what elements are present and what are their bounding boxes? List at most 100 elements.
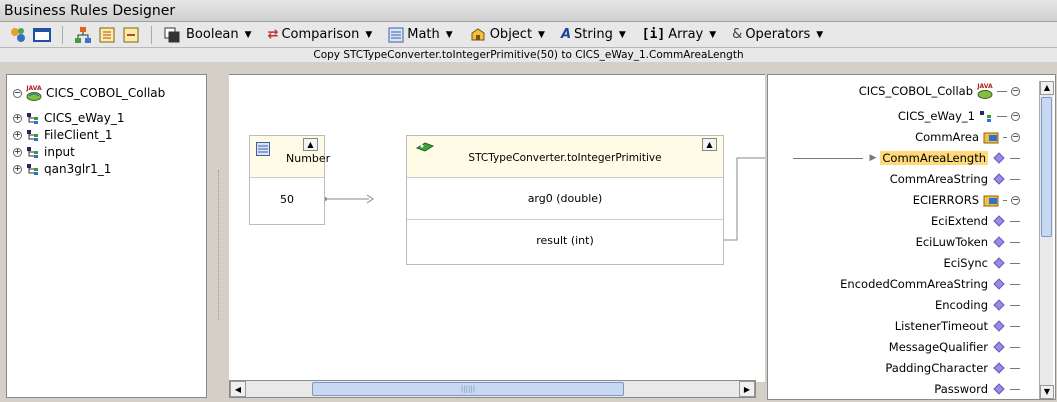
- target-item-paddingcharacter[interactable]: PaddingCharacter: [885, 360, 1020, 376]
- collapse-icon[interactable]: ▲: [702, 138, 717, 151]
- connector-line: [1010, 367, 1020, 369]
- method-result-row[interactable]: result (int): [407, 220, 723, 264]
- expand-icon[interactable]: +: [13, 130, 22, 140]
- target-item-collab[interactable]: CICS_COBOL_Collab JAVA −: [859, 83, 1020, 99]
- string-icon: A: [560, 27, 572, 42]
- scroll-down-icon[interactable]: ▼: [1040, 385, 1054, 399]
- window-icon[interactable]: [32, 25, 52, 45]
- scroll-thumb[interactable]: ||||||: [312, 382, 624, 396]
- field-icon: [993, 173, 1005, 185]
- tree-item-collab[interactable]: − JAVA CICS_COBOL_Collab: [13, 85, 165, 101]
- target-item-eciextend[interactable]: EciExtend: [931, 213, 1020, 229]
- method-node-header[interactable]: STCTypeConverter.toIntegerPrimitive ▲: [407, 136, 723, 178]
- connector-line: [1010, 178, 1020, 180]
- result-to-target-link: [722, 157, 765, 241]
- target-vertical-scrollbar[interactable]: ▲ ▼: [1039, 81, 1054, 399]
- boolean-menu[interactable]: Boolean ▼: [186, 24, 258, 46]
- expand-icon[interactable]: −: [13, 88, 22, 98]
- scroll-up-icon[interactable]: ▲: [1040, 81, 1054, 95]
- target-item-eway[interactable]: CICS_eWay_1 −: [898, 108, 1020, 124]
- target-item-label: CommArea: [915, 130, 979, 144]
- string-menu-label: String: [574, 27, 613, 42]
- target-item-listenertimeout[interactable]: ListenerTimeout: [895, 318, 1020, 334]
- tree-layout-icon[interactable]: [73, 25, 93, 45]
- left-splitter[interactable]: [218, 170, 221, 320]
- math-menu[interactable]: Math ▼: [382, 24, 458, 46]
- collapse-icon[interactable]: ▲: [303, 138, 318, 151]
- operators-menu-label: Operators: [745, 27, 811, 42]
- object-menu-label: Object: [489, 27, 533, 42]
- target-item-commarealength[interactable]: ▶ CommAreaLength: [793, 150, 1020, 166]
- field-icon: [993, 257, 1005, 269]
- field-icon: [993, 320, 1005, 332]
- method-arg-row[interactable]: arg0 (double): [407, 178, 723, 220]
- method-node[interactable]: STCTypeConverter.toIntegerPrimitive ▲ ar…: [406, 135, 724, 265]
- chevron-down-icon: ▼: [618, 29, 626, 40]
- number-icon: [256, 142, 270, 156]
- field-icon: [993, 236, 1005, 248]
- operators-icon: &: [732, 27, 743, 42]
- expand-icon[interactable]: +: [13, 147, 22, 157]
- target-item-password[interactable]: Password: [934, 381, 1020, 397]
- number-node-header[interactable]: Number ▲: [250, 136, 330, 178]
- target-item-label: ECIERRORS: [912, 193, 979, 207]
- expand-icon[interactable]: +: [13, 164, 22, 174]
- tree-item-fileclient[interactable]: + FileClient_1: [13, 127, 112, 143]
- folder-icon: [983, 132, 999, 144]
- target-item-encodedcommareastring[interactable]: EncodedCommAreaString: [840, 276, 1020, 292]
- target-item-commareastring[interactable]: CommAreaString: [890, 171, 1020, 187]
- tree-item-qan3glr1[interactable]: + qan3glr1_1: [13, 161, 111, 177]
- comparison-menu[interactable]: ⇄ Comparison ▼: [262, 24, 379, 46]
- mapping-canvas[interactable]: Number ▲ 50 STCTypeConverter.toIntegerPr…: [229, 74, 765, 382]
- expand-icon[interactable]: −: [1011, 86, 1020, 96]
- chevron-down-icon: ▼: [709, 29, 717, 40]
- expand-icon[interactable]: −: [1011, 111, 1020, 121]
- scroll-thumb[interactable]: [1041, 97, 1052, 237]
- window-title: Business Rules Designer: [4, 3, 176, 19]
- tree-item-input[interactable]: + input: [13, 144, 75, 160]
- otd-icon: [27, 113, 38, 124]
- expand-icon[interactable]: −: [1011, 195, 1020, 205]
- method-node-title: STCTypeConverter.toIntegerPrimitive: [468, 152, 662, 164]
- scroll-right-icon[interactable]: ▶: [739, 381, 755, 397]
- target-item-label: EciExtend: [930, 214, 988, 228]
- expand-icon[interactable]: −: [1011, 132, 1020, 142]
- expand-all-icon[interactable]: [97, 25, 117, 45]
- array-menu[interactable]: [i] Array ▼: [636, 24, 722, 46]
- array-icon: [i]: [641, 27, 666, 42]
- target-item-label: EciSync: [943, 256, 988, 270]
- string-menu[interactable]: A String ▼: [555, 24, 632, 46]
- otd-icon: [980, 111, 991, 122]
- source-tree-pane: − JAVA CICS_COBOL_Collab + CICS_eWay_1 +…: [6, 74, 207, 398]
- otd-icon: [27, 164, 38, 175]
- tree-item-label: input: [44, 145, 75, 159]
- array-menu-label: Array: [668, 27, 704, 42]
- operators-menu[interactable]: & Operators ▼: [726, 24, 829, 46]
- toolbar-separator: [151, 25, 152, 44]
- target-item-ecierrors[interactable]: ECIERRORS −: [913, 192, 1020, 208]
- tree-item-eway[interactable]: + CICS_eWay_1: [13, 110, 124, 126]
- collapse-all-icon[interactable]: [121, 25, 141, 45]
- collaboration-icon[interactable]: [8, 25, 28, 45]
- target-item-encoding[interactable]: Encoding: [935, 297, 1020, 313]
- field-icon: [993, 215, 1005, 227]
- number-value[interactable]: 50: [250, 178, 324, 224]
- target-item-commarea[interactable]: CommArea −: [915, 129, 1020, 145]
- number-node[interactable]: Number ▲ 50: [249, 135, 330, 225]
- java-collab-icon: JAVA: [977, 83, 993, 99]
- target-tree-pane: CICS_COBOL_Collab JAVA − CICS_eWay_1 − C…: [767, 74, 1056, 400]
- otd-icon: [27, 130, 38, 141]
- connector-line: [997, 115, 1007, 117]
- expand-icon[interactable]: +: [13, 113, 22, 123]
- scroll-left-icon[interactable]: ◀: [230, 381, 246, 397]
- math-menu-label: Math: [407, 27, 440, 42]
- connector-line: [997, 90, 1007, 92]
- target-item-ecisync[interactable]: EciSync: [943, 255, 1020, 271]
- target-item-eciluwtoken[interactable]: EciLuwToken: [916, 234, 1020, 250]
- canvas-horizontal-scrollbar[interactable]: ◀ |||||| ▶: [229, 380, 756, 398]
- target-item-messagequalifier[interactable]: MessageQualifier: [889, 339, 1020, 355]
- toolbar: Boolean ▼ ⇄ Comparison ▼ Math ▼ Object ▼ A S…: [0, 22, 1057, 48]
- object-menu[interactable]: Object ▼: [463, 24, 551, 46]
- target-item-label: EciLuwToken: [915, 235, 988, 249]
- connector-line: [1010, 283, 1020, 285]
